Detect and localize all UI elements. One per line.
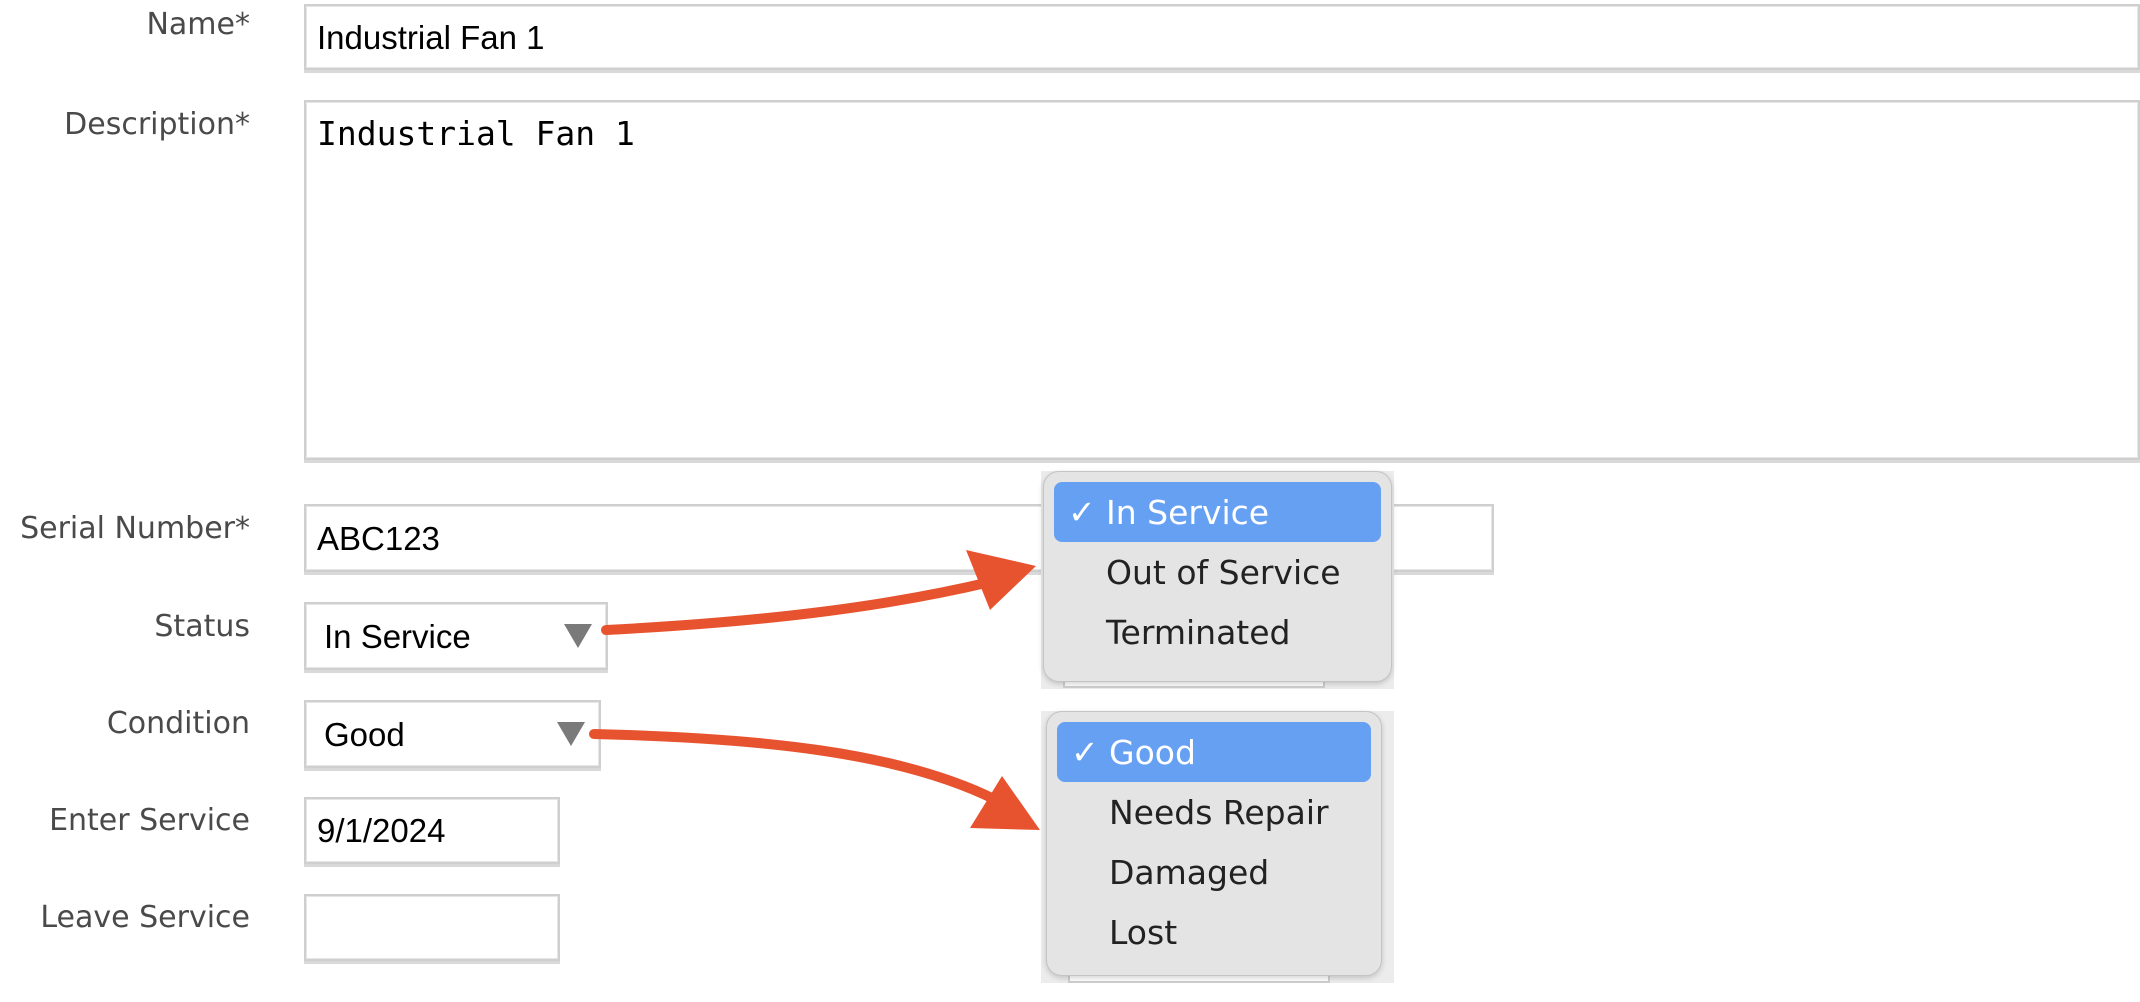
name-label: Name* <box>146 7 250 42</box>
option-label: Lost <box>1109 912 1178 952</box>
status-option-out-of-service[interactable]: Out of Service <box>1054 542 1381 602</box>
option-label: Out of Service <box>1106 552 1341 592</box>
option-label: Needs Repair <box>1109 792 1329 832</box>
condition-callout-arrow-icon <box>589 729 1040 830</box>
option-label: Good <box>1109 732 1196 772</box>
option-label: Terminated <box>1106 612 1291 652</box>
enter-service-field[interactable]: 9/1/2024 <box>304 797 560 864</box>
condition-option-damaged[interactable]: Damaged <box>1057 842 1371 902</box>
condition-label: Condition <box>106 706 250 741</box>
serial-number-label: Serial Number* <box>20 511 250 546</box>
option-label: In Service <box>1106 492 1270 532</box>
status-dropdown-menu[interactable]: ✓ In Service Out of Service Terminated <box>1043 471 1392 682</box>
condition-select[interactable]: Good <box>304 700 601 768</box>
chevron-down-icon <box>564 624 592 648</box>
status-select-value: In Service <box>324 617 471 655</box>
chevron-down-icon <box>557 722 585 746</box>
status-option-in-service[interactable]: ✓ In Service <box>1054 482 1381 542</box>
description-field[interactable]: Industrial Fan 1 <box>304 100 2140 460</box>
option-label: Damaged <box>1109 852 1270 892</box>
condition-option-lost[interactable]: Lost <box>1057 902 1371 962</box>
status-label: Status <box>154 609 250 644</box>
description-label: Description* <box>64 107 250 142</box>
checkmark-icon: ✓ <box>1071 732 1099 772</box>
name-field[interactable]: Industrial Fan 1 <box>304 4 2140 70</box>
status-option-terminated[interactable]: Terminated <box>1054 602 1381 662</box>
checkmark-icon: ✓ <box>1068 492 1096 532</box>
leave-service-field[interactable] <box>304 894 560 961</box>
condition-option-good[interactable]: ✓ Good <box>1057 722 1371 782</box>
condition-select-value: Good <box>324 715 405 753</box>
leave-service-label: Leave Service <box>40 900 250 935</box>
condition-dropdown-menu[interactable]: ✓ Good Needs Repair Damaged Lost <box>1046 711 1382 976</box>
enter-service-label: Enter Service <box>49 803 250 838</box>
status-select[interactable]: In Service <box>304 602 608 670</box>
condition-option-needs-repair[interactable]: Needs Repair <box>1057 782 1371 842</box>
